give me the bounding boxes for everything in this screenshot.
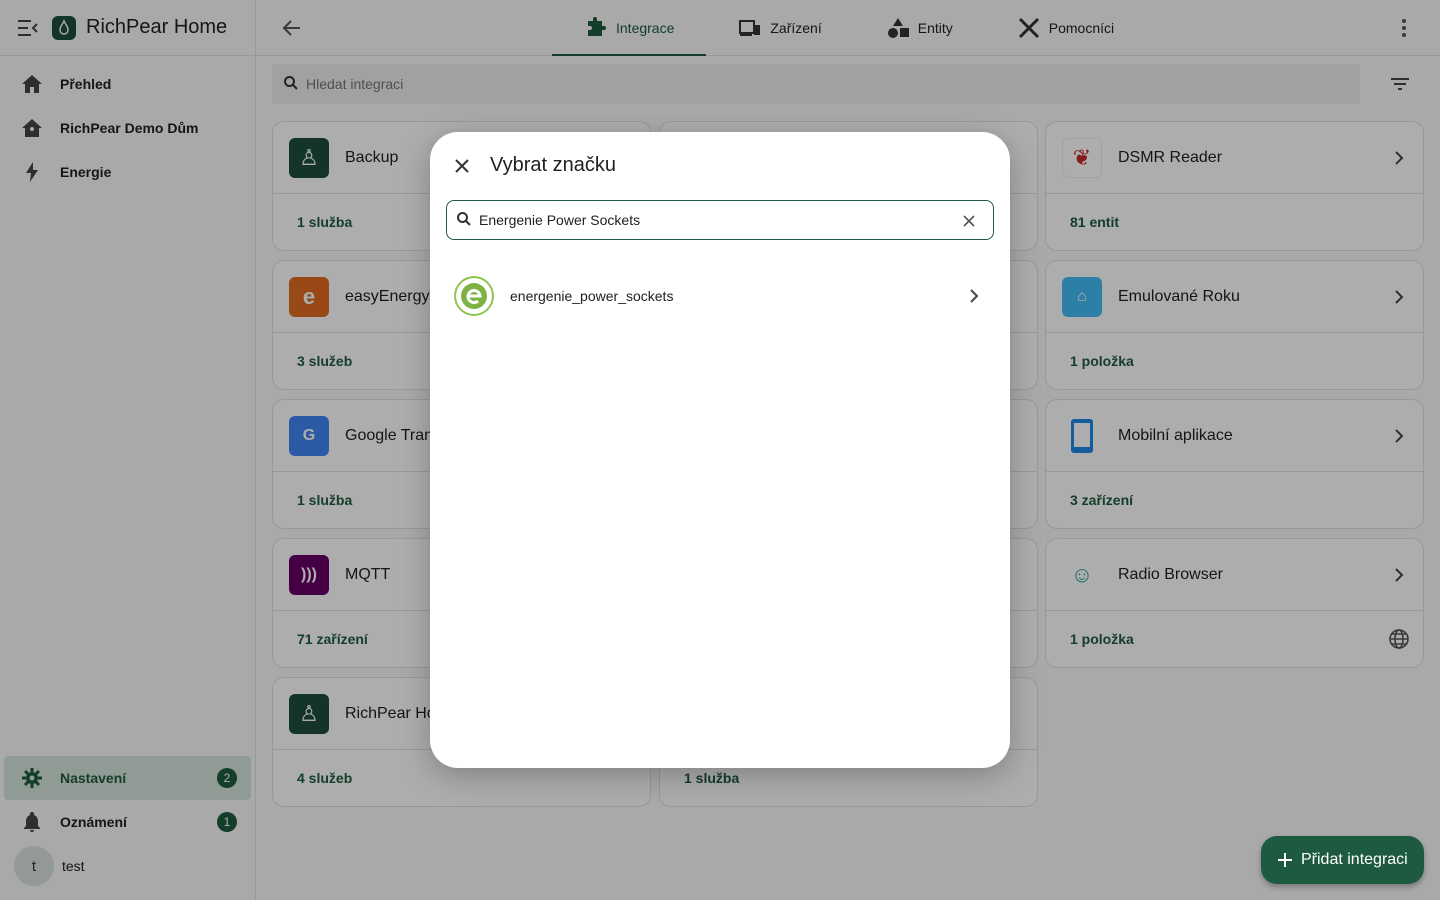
add-integration-label: Přidat integraci bbox=[1301, 851, 1408, 868]
result-name: energenie_power_sockets bbox=[510, 288, 674, 304]
clear-icon[interactable] bbox=[957, 209, 981, 233]
search-icon bbox=[457, 211, 471, 229]
select-brand-dialog: Vybrat značku Energenie Power Sockets en… bbox=[430, 132, 1010, 768]
plus-icon bbox=[1273, 848, 1297, 872]
add-integration-button[interactable]: Přidat integraci bbox=[1261, 836, 1424, 884]
brand-search-input[interactable]: Energenie Power Sockets bbox=[446, 200, 994, 240]
close-icon[interactable] bbox=[450, 154, 474, 178]
brand-result-item[interactable]: energenie_power_sockets bbox=[430, 266, 1010, 326]
energenie-logo-icon bbox=[454, 276, 494, 316]
dialog-title: Vybrat značku bbox=[490, 154, 616, 176]
search-value: Energenie Power Sockets bbox=[479, 212, 641, 228]
chevron-right-icon bbox=[970, 289, 979, 303]
